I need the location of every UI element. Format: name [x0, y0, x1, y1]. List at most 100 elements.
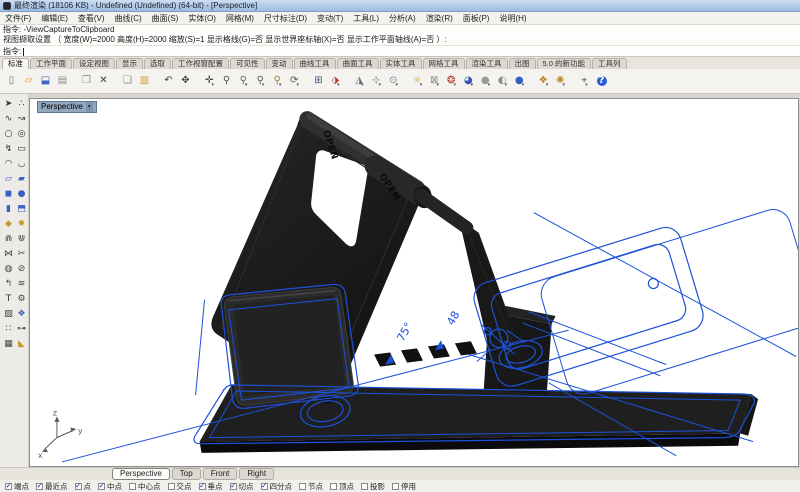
- osnap-toggle[interactable]: 中点: [98, 482, 122, 491]
- checkbox[interactable]: [230, 483, 237, 490]
- menu-item[interactable]: 实体(O): [183, 13, 221, 24]
- menu-item[interactable]: 面板(P): [458, 13, 495, 24]
- zoom-window[interactable]: ⚲ ▾: [235, 72, 252, 91]
- viewport-tab[interactable]: Top: [172, 468, 201, 480]
- toolbar-tab[interactable]: 标准: [2, 58, 29, 69]
- osnap-toggle[interactable]: 切点: [230, 482, 254, 491]
- menu-item[interactable]: 变动(T): [312, 13, 348, 24]
- osnap-toggle[interactable]: 端点: [5, 482, 29, 491]
- menu-item[interactable]: 曲线(C): [110, 13, 147, 24]
- menu-item[interactable]: 编辑(E): [36, 13, 73, 24]
- toolbar-tab[interactable]: 可见性: [230, 58, 265, 69]
- paste[interactable]: ▥ ▾: [136, 72, 153, 91]
- selection-filter[interactable]: ⌖ ▾: [576, 72, 593, 91]
- toolbar-tab[interactable]: 出图: [509, 58, 536, 69]
- rotate-view[interactable]: ⟳ ▾: [286, 72, 303, 91]
- object-snap[interactable]: ⊹ ▾: [368, 72, 385, 91]
- extrude-tool[interactable]: ⬒: [14, 202, 29, 217]
- viewport-tab[interactable]: Front: [203, 468, 238, 480]
- osnap-toggle[interactable]: 点: [75, 482, 92, 491]
- checkbox[interactable]: [129, 483, 136, 490]
- previous-view[interactable]: ⬗ ▾: [327, 72, 344, 91]
- delete[interactable]: ✕ ▾: [95, 72, 112, 91]
- save-file[interactable]: ⬓ ▾: [37, 72, 54, 91]
- four-viewports[interactable]: ⊞ ▾: [310, 72, 327, 91]
- menu-item[interactable]: 查看(V): [73, 13, 110, 24]
- toolbar-tab[interactable]: 曲面工具: [337, 58, 379, 69]
- toolbar-tab[interactable]: 工作平面: [30, 58, 72, 69]
- menu-item[interactable]: 分析(A): [384, 13, 421, 24]
- new-file[interactable]: ▯ ▾: [3, 72, 20, 91]
- pan-view[interactable]: ✥ ▾: [177, 72, 194, 91]
- checkbox[interactable]: [261, 483, 268, 490]
- menu-item[interactable]: 尺寸标注(D): [259, 13, 312, 24]
- block-tool[interactable]: ❖: [14, 307, 29, 322]
- render-tools[interactable]: ❖ ▾: [535, 72, 552, 91]
- explode-tool[interactable]: ✹: [14, 217, 29, 232]
- rendered-view[interactable]: ● ▾: [511, 72, 528, 91]
- copy[interactable]: ❏ ▾: [119, 72, 136, 91]
- osnap-toggle[interactable]: 交点: [168, 482, 192, 491]
- toolbar-tab[interactable]: 曲线工具: [294, 58, 336, 69]
- point-tool[interactable]: ∴: [14, 97, 29, 112]
- title-bar[interactable]: 最终渲染 (18106 KB) - Undefined (Undefined) …: [0, 0, 800, 12]
- shaded-view[interactable]: ● ▾: [477, 72, 494, 91]
- checkbox[interactable]: [392, 483, 399, 490]
- toolbar-tab[interactable]: 网格工具: [423, 58, 465, 69]
- osnap-toggle[interactable]: 顶点: [330, 482, 354, 491]
- checkbox[interactable]: [168, 483, 175, 490]
- viewport-tab[interactable]: Right: [239, 468, 274, 480]
- osnap-toggle[interactable]: 最近点: [36, 482, 68, 491]
- toolbar-tab[interactable]: 渲染工具: [466, 58, 508, 69]
- checkbox[interactable]: [5, 483, 12, 490]
- menu-item[interactable]: 网格(M): [221, 13, 259, 24]
- checkbox[interactable]: [75, 483, 82, 490]
- toolbar-tab[interactable]: 变动: [266, 58, 293, 69]
- osnap-toggle[interactable]: 垂点: [199, 482, 223, 491]
- interpolate-curve-tool[interactable]: ↝: [14, 112, 29, 127]
- viewport-menu-caret-icon[interactable]: ▼: [86, 102, 93, 112]
- perspective-viewport[interactable]: OPEN OPEN: [29, 98, 799, 467]
- open-file[interactable]: ▱ ▾: [20, 72, 37, 91]
- osnap-toggle[interactable]: 节点: [299, 482, 323, 491]
- ghosted-view[interactable]: ◐ ▾: [494, 72, 511, 91]
- loft-surface-tool[interactable]: ▰: [14, 172, 29, 187]
- menu-item[interactable]: 说明(H): [494, 13, 531, 24]
- toolbar-tab[interactable]: 工具列: [592, 58, 627, 69]
- help[interactable]: ? ▾: [593, 72, 610, 91]
- undo[interactable]: ↶ ▾: [160, 72, 177, 91]
- toolbar-tab[interactable]: 实体工具: [380, 58, 422, 69]
- trim-tool[interactable]: ✂: [14, 247, 29, 262]
- render-color[interactable]: ◕ ▾: [460, 72, 477, 91]
- checkbox[interactable]: [299, 483, 306, 490]
- ellipse-tool[interactable]: ◎: [14, 127, 29, 142]
- move[interactable]: ✛ ▾: [201, 72, 218, 91]
- osnap-toggle[interactable]: 中心点: [129, 482, 161, 491]
- zoom-extents[interactable]: ⚲ ▾: [252, 72, 269, 91]
- display-mode[interactable]: ❂ ▾: [443, 72, 460, 91]
- osnap-toggle[interactable]: 投影: [361, 482, 385, 491]
- light[interactable]: ☼ ▾: [409, 72, 426, 91]
- menu-item[interactable]: 曲面(S): [147, 13, 184, 24]
- osnap-toggle[interactable]: 停用: [392, 482, 416, 491]
- lock[interactable]: ⊠ ▾: [426, 72, 443, 91]
- toolbar-tab[interactable]: 5.0 的新功能: [537, 58, 592, 69]
- record-history[interactable]: ⊙ ▾: [385, 72, 402, 91]
- toolbar-tab[interactable]: 设定视图: [73, 58, 115, 69]
- print[interactable]: ▤ ▾: [54, 72, 71, 91]
- osnap-toggle[interactable]: 四分点: [261, 482, 293, 491]
- checkbox[interactable]: [36, 483, 43, 490]
- menu-item[interactable]: 工具(L): [348, 13, 384, 24]
- viewport-title[interactable]: Perspective ▼: [37, 101, 97, 113]
- offset-curve-tool[interactable]: ≋: [14, 277, 29, 292]
- viewport-tab[interactable]: Perspective: [112, 468, 170, 480]
- zoom-dynamic[interactable]: ⚲ ▾: [218, 72, 235, 91]
- toolbar-tab[interactable]: 显示: [116, 58, 143, 69]
- rectangle-tool[interactable]: ▭: [14, 142, 29, 157]
- blend-curve-tool[interactable]: ◡: [14, 157, 29, 172]
- checkbox[interactable]: [330, 483, 337, 490]
- lock-object-tool[interactable]: ⊘: [14, 262, 29, 277]
- copy-to-clipboard[interactable]: ❐ ▾: [78, 72, 95, 91]
- zoom-selected[interactable]: ⚲ ▾: [269, 72, 286, 91]
- render[interactable]: ✺ ▾: [552, 72, 569, 91]
